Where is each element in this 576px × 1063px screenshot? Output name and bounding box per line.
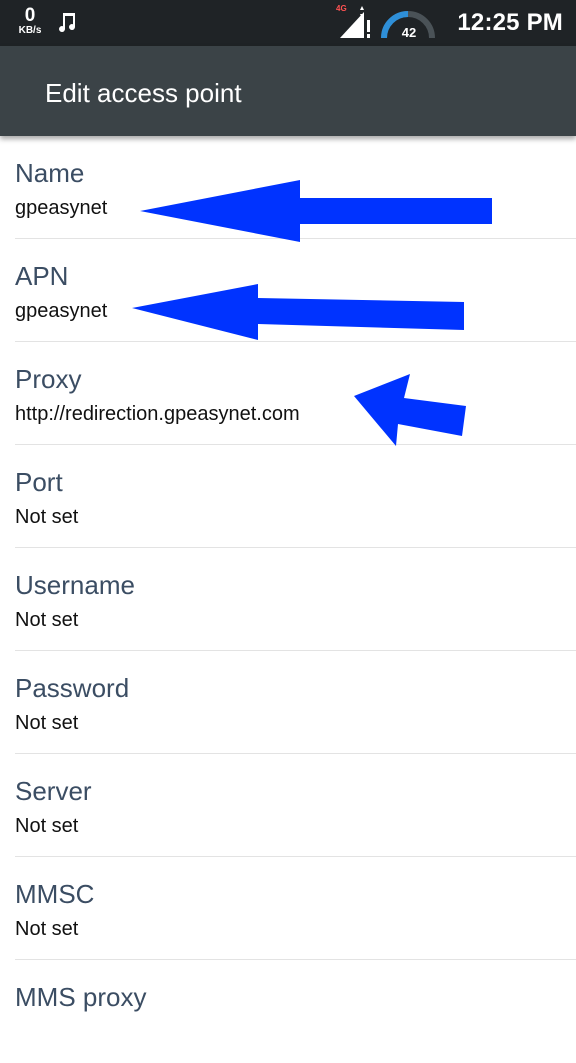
pref-item-mmsc[interactable]: MMSC Not set bbox=[0, 857, 576, 960]
clock: 12:25 PM bbox=[457, 9, 563, 36]
pref-summary: Not set bbox=[15, 918, 79, 940]
network-speed-unit: KB/s bbox=[18, 25, 42, 36]
page-title: Edit access point bbox=[45, 78, 242, 108]
pref-summary: Not set bbox=[15, 815, 79, 837]
network-speed-value: 0 bbox=[24, 5, 36, 26]
pref-title: Username bbox=[15, 570, 135, 600]
pref-summary: http://redirection.gpeasynet.com bbox=[15, 403, 300, 425]
music-note-icon bbox=[59, 13, 76, 33]
signal-icon bbox=[340, 6, 370, 38]
pref-item-proxy[interactable]: Proxy http://redirection.gpeasynet.com bbox=[0, 342, 576, 445]
battery-level: 42 bbox=[402, 25, 416, 40]
pref-summary: gpeasynet bbox=[15, 300, 108, 322]
pref-item-port[interactable]: Port Not set bbox=[0, 445, 576, 548]
pref-summary: Not set bbox=[15, 609, 79, 631]
pref-title: Name bbox=[15, 158, 85, 188]
pref-item-username[interactable]: Username Not set bbox=[0, 548, 576, 651]
pref-summary: gpeasynet bbox=[15, 197, 108, 219]
pref-summary: Not set bbox=[15, 506, 79, 528]
arrow-annotation-proxy bbox=[354, 374, 466, 446]
app-bar: Edit access point bbox=[0, 46, 576, 136]
pref-title: Password bbox=[15, 673, 130, 703]
pref-title: MMSC bbox=[15, 879, 95, 909]
pref-summary: Not set bbox=[15, 712, 79, 734]
arrow-annotation-name bbox=[140, 180, 492, 242]
battery-gauge-icon: 42 bbox=[381, 11, 435, 40]
status-bar: 0 KB/s 4G 42 12:25 PM bbox=[0, 0, 576, 46]
pref-title: MMS proxy bbox=[15, 982, 147, 1012]
pref-item-password[interactable]: Password Not set bbox=[0, 651, 576, 754]
arrow-annotation-apn bbox=[132, 284, 464, 340]
pref-title: Server bbox=[15, 776, 92, 806]
network-speed: 0 KB/s bbox=[14, 6, 46, 36]
preference-list: Name gpeasynet APN gpeasynet Proxy http:… bbox=[0, 136, 576, 1063]
pref-item-mms-proxy[interactable]: MMS proxy bbox=[0, 960, 576, 1063]
pref-title: Port bbox=[15, 467, 63, 497]
pref-title: APN bbox=[15, 261, 69, 291]
pref-title: Proxy bbox=[15, 364, 82, 394]
pref-item-server[interactable]: Server Not set bbox=[0, 754, 576, 857]
